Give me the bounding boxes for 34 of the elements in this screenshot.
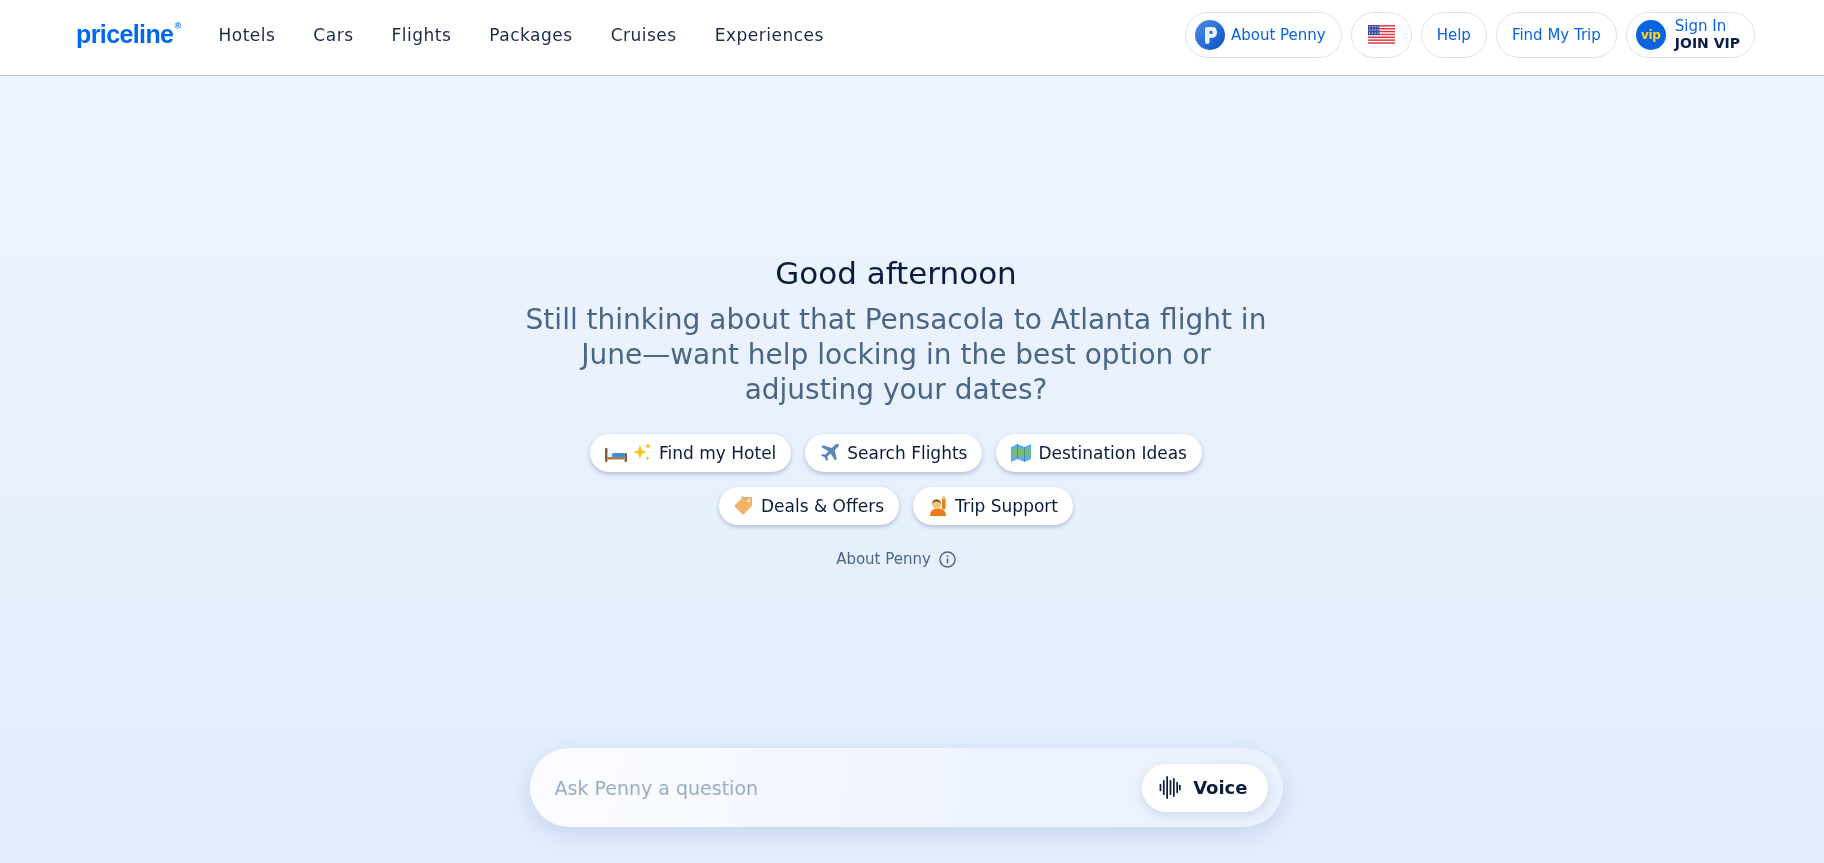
airplane-icon: [820, 443, 841, 463]
sparkles-icon: [632, 443, 653, 463]
nav-link[interactable]: Cars: [313, 24, 354, 45]
priceline-logo[interactable]: priceline$^{®}$: [76, 22, 181, 47]
map-icon: [1011, 444, 1032, 462]
nav-link[interactable]: Flights: [391, 24, 452, 45]
voice-button[interactable]: Voice: [1142, 763, 1268, 812]
about-penny-link[interactable]: About Penny: [836, 549, 956, 569]
greeting-message: Still thinking about that Pensacola to Atlanta flight in June—want help locking in the best option or adjusting your dates?: [524, 302, 1268, 407]
suggestion-chip[interactable]: Destination Ideas: [996, 434, 1202, 472]
join-vip-label: JOIN VIP: [1674, 35, 1740, 52]
bed-icon: [605, 448, 628, 462]
us-flag-icon: [1367, 24, 1395, 45]
info-icon: [938, 550, 956, 568]
nav-link[interactable]: Cruises: [610, 24, 677, 45]
header-link-button[interactable]: Find My Trip: [1495, 11, 1617, 58]
nav-link[interactable]: Hotels: [218, 24, 276, 45]
header-link-button[interactable]: Help: [1420, 11, 1487, 58]
greeting-title: Good afternoon: [775, 254, 1017, 292]
sound-wave-icon: [1159, 776, 1182, 799]
penny-avatar-icon: [1194, 19, 1225, 50]
nav-link[interactable]: Packages: [489, 24, 573, 45]
suggestion-chip[interactable]: Deals & Offers: [719, 487, 899, 525]
vip-logo: vip: [1635, 19, 1666, 50]
person-raising-hand-icon: [928, 496, 948, 516]
suggestion-chip[interactable]: Search Flights: [805, 434, 983, 472]
sign-in-label: Sign In: [1674, 17, 1727, 36]
nav-link[interactable]: Experiences: [714, 24, 824, 45]
suggestion-chip[interactable]: Trip Support: [913, 487, 1073, 525]
about-penny-button[interactable]: About Penny: [1184, 11, 1342, 58]
ask-penny-field[interactable]: Ask Penny a question Voice: [529, 748, 1283, 827]
country-selector[interactable]: [1350, 11, 1412, 58]
suggestion-chip[interactable]: Find my Hotel: [590, 434, 792, 472]
tag-icon: [734, 496, 754, 516]
